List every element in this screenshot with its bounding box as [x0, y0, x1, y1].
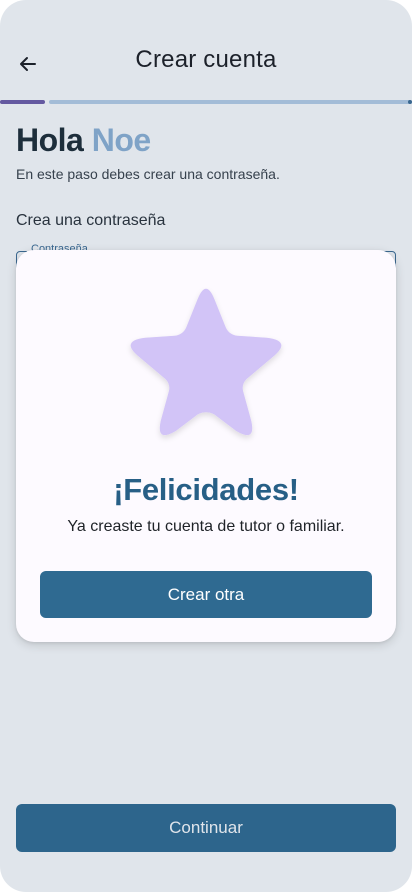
- dialog-title: ¡Felicidades!: [113, 472, 299, 507]
- create-another-button[interactable]: Crear otra: [40, 571, 372, 618]
- phone-screen: Crear cuenta Hola Noe En este paso debes…: [0, 0, 412, 892]
- success-dialog: ¡Felicidades! Ya creaste tu cuenta de tu…: [16, 250, 396, 642]
- dialog-message: Ya creaste tu cuenta de tutor o familiar…: [67, 518, 345, 535]
- star-icon: [116, 278, 296, 453]
